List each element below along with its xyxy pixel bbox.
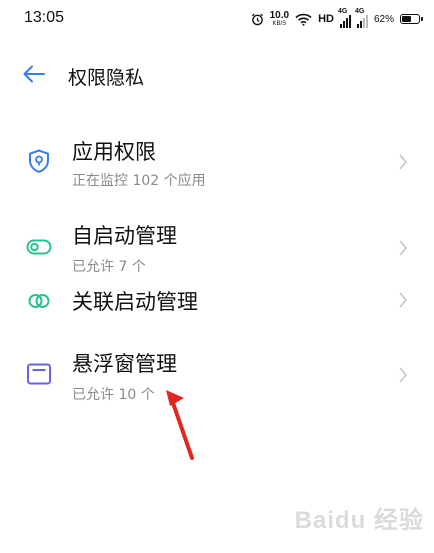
chevron-right-icon bbox=[399, 367, 408, 383]
hd-indicator: HD bbox=[318, 13, 334, 25]
list-item-subtitle: 已允许 7 个 bbox=[72, 259, 146, 275]
list-item-linked-start[interactable]: 关联启动管理 bbox=[0, 282, 434, 322]
page-title: 权限隐私 bbox=[68, 67, 145, 89]
network-speed: 10.0 KB/S bbox=[269, 10, 290, 28]
status-bar: 13:05 10.0 KB/S HD 4G 4G 62% bbox=[0, 0, 434, 38]
list-item-label: 应用权限 bbox=[72, 140, 156, 164]
list-item-subtitle: 正在监控 102 个应用 bbox=[72, 173, 206, 189]
network-speed-unit: KB/S bbox=[272, 21, 287, 27]
chevron-right-icon bbox=[399, 240, 408, 256]
list-item-label: 自启动管理 bbox=[72, 224, 177, 248]
link-icon bbox=[28, 294, 50, 308]
list-item-label: 关联启动管理 bbox=[72, 290, 198, 314]
status-time: 13:05 bbox=[24, 9, 65, 26]
toggle-icon bbox=[26, 239, 52, 255]
network-speed-value: 10.0 bbox=[269, 10, 290, 21]
window-icon bbox=[27, 363, 51, 385]
watermark: Baidu 经验 bbox=[294, 507, 424, 534]
wifi-icon bbox=[295, 13, 312, 26]
status-icons: 10.0 KB/S HD 4G 4G 62% bbox=[251, 7, 423, 29]
chevron-right-icon bbox=[399, 292, 408, 308]
signal-icon: 4G bbox=[337, 7, 351, 28]
list-item-label: 悬浮窗管理 bbox=[72, 352, 177, 376]
signal-tag-2: 4G bbox=[354, 7, 365, 15]
battery-icon bbox=[400, 14, 423, 24]
list-item-app-permissions[interactable]: 应用权限 正在监控 102 个应用 bbox=[0, 128, 434, 198]
signal-tag: 4G bbox=[337, 7, 348, 15]
shield-location-icon bbox=[29, 149, 49, 173]
signal-icon-2: 4G bbox=[354, 7, 368, 28]
back-arrow-icon[interactable] bbox=[22, 64, 46, 84]
list-item-subtitle: 已允许 10 个 bbox=[72, 387, 155, 403]
list-item-auto-start[interactable]: 自启动管理 已允许 7 个 bbox=[0, 212, 434, 282]
annotation-arrow-icon bbox=[166, 390, 194, 460]
chevron-right-icon bbox=[399, 154, 408, 170]
list-item-floating-window[interactable]: 悬浮窗管理 已允许 10 个 bbox=[0, 340, 434, 410]
battery-percent: 62% bbox=[373, 13, 394, 25]
alarm-icon bbox=[251, 13, 263, 25]
page-header: 权限隐私 bbox=[0, 52, 434, 96]
